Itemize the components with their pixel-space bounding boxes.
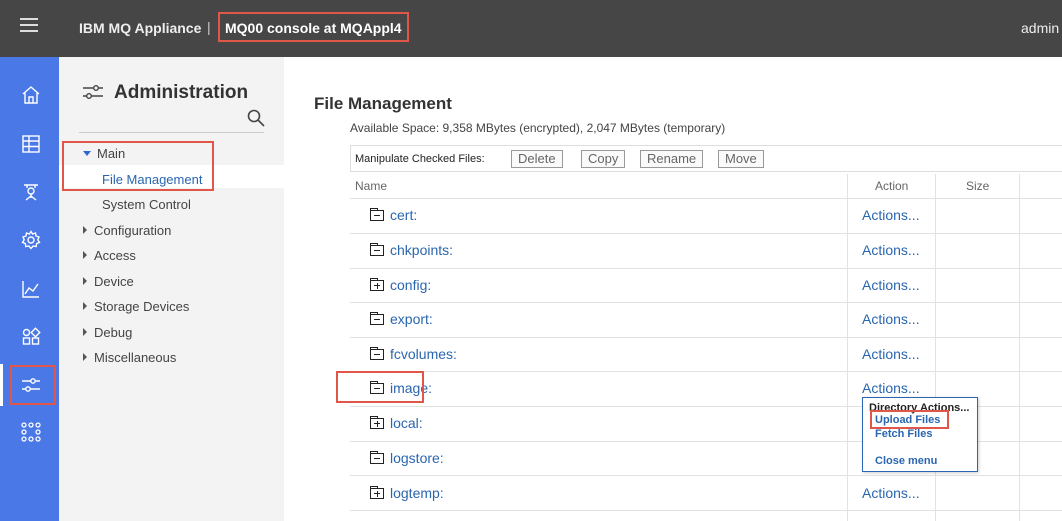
column-header-size: Size	[966, 179, 990, 193]
actions-link[interactable]: Actions...	[862, 485, 920, 501]
folder-open-icon[interactable]	[370, 312, 384, 325]
nav-item-system-control[interactable]: System Control	[102, 197, 191, 212]
top-bar: IBM MQ Appliance | MQ00 console at MQApp…	[0, 0, 1062, 57]
main-nav-highlight	[62, 141, 214, 191]
table-row[interactable]: config:	[370, 277, 431, 293]
table-row[interactable]: cert:	[370, 207, 417, 223]
gear-icon[interactable]	[20, 229, 42, 251]
table-row[interactable]: local:	[370, 415, 423, 431]
search-icon[interactable]	[246, 108, 266, 128]
folder-closed-icon[interactable]	[370, 416, 384, 429]
directory-actions-menu: Directory Actions... Upload Files Fetch …	[862, 397, 978, 472]
table-row[interactable]: logtemp:	[370, 485, 444, 501]
network-icon[interactable]	[20, 421, 42, 443]
copy-button[interactable]: Copy	[581, 150, 626, 168]
sliders-icon	[82, 82, 104, 102]
search-underline	[79, 132, 264, 133]
chart-icon[interactable]	[20, 278, 42, 300]
table-row[interactable]: logstore:	[370, 450, 444, 466]
upload-files-menu-item[interactable]: Upload Files	[875, 414, 940, 426]
console-title: MQ00 console at MQAppl4	[218, 12, 409, 42]
rename-button[interactable]: Rename	[640, 150, 704, 168]
folder-closed-icon[interactable]	[370, 486, 384, 499]
table-icon[interactable]	[20, 133, 42, 155]
admin-nav: Administration Main File Management Syst…	[59, 57, 284, 521]
image-row-highlight	[336, 371, 424, 403]
table-row[interactable]: fcvolumes:	[370, 346, 457, 362]
folder-open-icon[interactable]	[370, 243, 384, 256]
available-space: Available Space: 9,358 MBytes (encrypted…	[350, 121, 726, 135]
actions-link[interactable]: Actions...	[862, 242, 920, 258]
actions-link[interactable]: Actions...	[862, 207, 920, 223]
actions-link[interactable]: Actions...	[862, 380, 920, 396]
nav-item-access[interactable]: Access	[83, 248, 136, 263]
folder-open-icon[interactable]	[370, 347, 384, 360]
home-icon[interactable]	[20, 84, 42, 106]
left-rail	[0, 57, 59, 521]
apps-icon[interactable]	[20, 326, 42, 348]
actions-link[interactable]: Actions...	[862, 277, 920, 293]
folder-open-icon[interactable]	[370, 208, 384, 221]
folder-closed-icon[interactable]	[370, 278, 384, 291]
column-header-action: Action	[875, 179, 909, 193]
delete-button[interactable]: Delete	[511, 150, 563, 168]
hamburger-menu-icon[interactable]	[20, 18, 38, 32]
header-separator: |	[207, 19, 211, 35]
table-row[interactable]: chkpoints:	[370, 242, 453, 258]
file-toolbar: Manipulate Checked Files: Delete Copy Re…	[350, 145, 1062, 172]
close-menu-item[interactable]: Close menu	[875, 455, 937, 467]
nav-item-debug[interactable]: Debug	[83, 325, 132, 340]
nav-item-miscellaneous[interactable]: Miscellaneous	[83, 350, 176, 365]
toolbar-label: Manipulate Checked Files:	[355, 153, 485, 165]
column-header-name: Name	[355, 179, 388, 193]
sliders-icon[interactable]	[20, 374, 42, 396]
product-name: IBM MQ Appliance	[79, 20, 202, 36]
page-title: File Management	[314, 94, 452, 113]
active-indicator	[0, 364, 3, 406]
actions-link[interactable]: Actions...	[862, 311, 920, 327]
user-menu[interactable]: admin	[1021, 20, 1059, 36]
nav-item-device[interactable]: Device	[83, 274, 134, 289]
folder-open-icon[interactable]	[370, 451, 384, 464]
nav-item-storage-devices[interactable]: Storage Devices	[83, 299, 189, 314]
nav-item-configuration[interactable]: Configuration	[83, 223, 171, 238]
fetch-files-menu-item[interactable]: Fetch Files	[875, 428, 932, 440]
table-row[interactable]: export:	[370, 311, 433, 327]
nav-title: Administration	[114, 82, 249, 103]
move-button[interactable]: Move	[718, 150, 764, 168]
queue-manager-icon[interactable]	[20, 181, 42, 203]
actions-link[interactable]: Actions...	[862, 346, 920, 362]
